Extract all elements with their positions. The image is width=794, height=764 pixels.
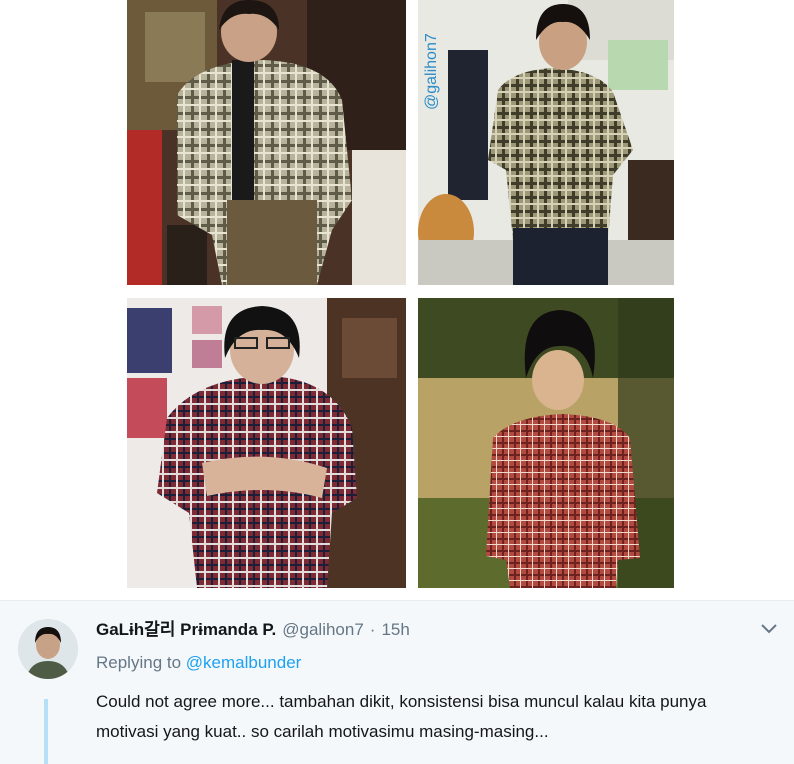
display-name[interactable]: GaLɨh갈리 Prɨmanda P.	[96, 615, 276, 640]
avatar[interactable]	[18, 619, 78, 679]
tweet-text: Could not agree more... tambahan dikit, …	[96, 687, 786, 747]
thread-line	[44, 699, 48, 764]
timestamp[interactable]: 15h	[381, 620, 409, 640]
tweet-text-line-1: Could not agree more... tambahan dikit, …	[96, 692, 707, 711]
photo-collage: @galihon7	[0, 0, 794, 600]
tweet-text-line-2: motivasi yang kuat.. so carilah motivasi…	[96, 722, 549, 741]
user-handle[interactable]: @galihon7	[282, 620, 364, 640]
separator-dot: ·	[369, 620, 376, 639]
chevron-down-icon[interactable]	[758, 621, 780, 637]
after-photo-top[interactable]	[418, 0, 674, 285]
svg-text:@galihon7: @galihon7	[423, 33, 440, 110]
after-photo-bottom[interactable]	[418, 298, 674, 588]
replying-to: Replying to @kemalbunder	[96, 653, 301, 673]
replying-mention-link[interactable]: @kemalbunder	[186, 653, 302, 672]
before-photo-bottom[interactable]	[127, 298, 406, 588]
avatar-image	[18, 619, 78, 679]
before-photo-top[interactable]	[127, 0, 406, 285]
watermark-text: @galihon7	[423, 33, 440, 110]
replying-prefix: Replying to	[96, 653, 182, 672]
tweet-header: GaLɨh갈리 Prɨmanda P. @galihon7 · 15h	[96, 615, 410, 639]
reply-tweet[interactable]: GaLɨh갈리 Prɨmanda P. @galihon7 · 15h Repl…	[0, 600, 794, 764]
